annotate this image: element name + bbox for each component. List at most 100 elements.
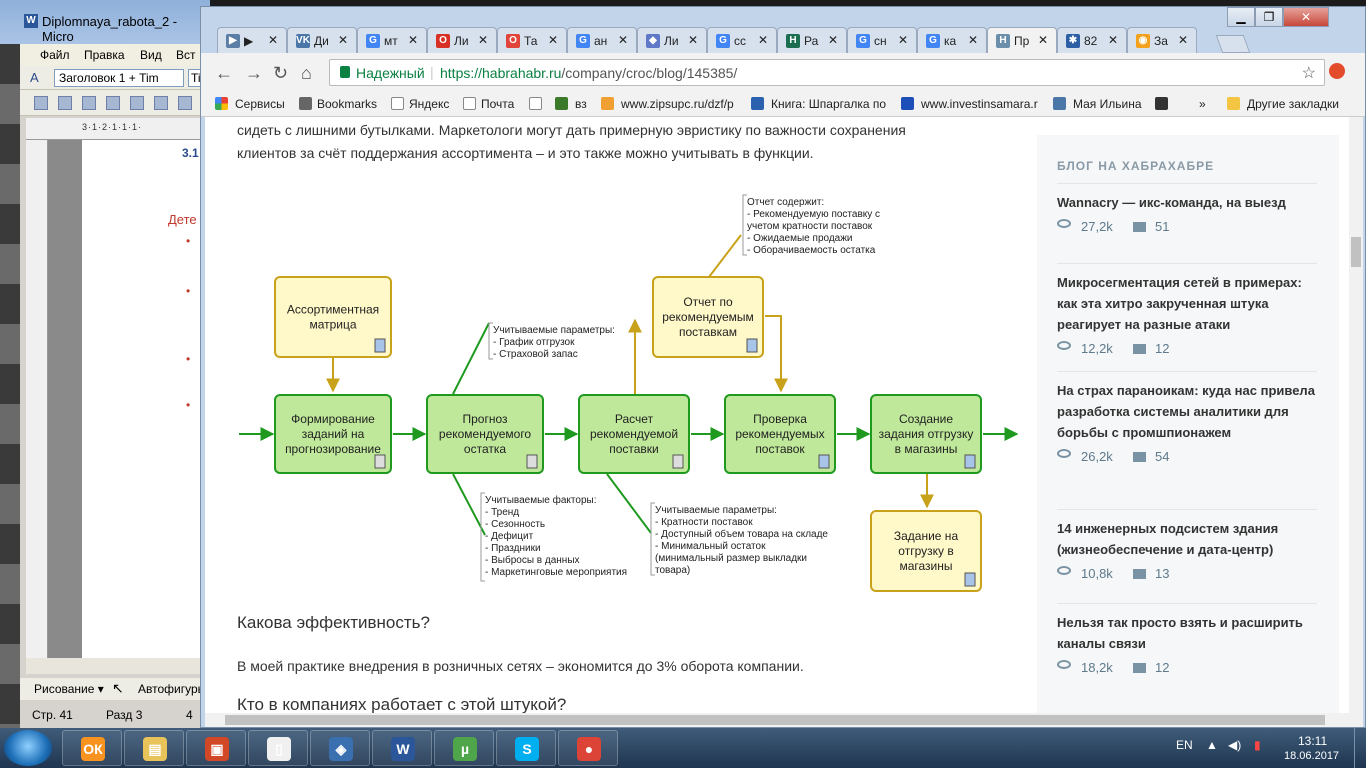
- menu-file[interactable]: Файл: [40, 48, 70, 62]
- tab-11[interactable]: H Пр ✕: [987, 27, 1057, 53]
- taskbar-word[interactable]: W: [372, 730, 432, 766]
- post-title-link[interactable]: 14 инженерных подсистем здания (жизнеобе…: [1057, 518, 1317, 560]
- taskbar-odnoklassniki[interactable]: ОК: [62, 730, 122, 766]
- tab-12[interactable]: ✱ 82 ✕: [1057, 27, 1127, 53]
- taskbar-skype[interactable]: S: [496, 730, 556, 766]
- drawing-menu[interactable]: Рисование ▾: [34, 682, 104, 696]
- page-vertical-scrollbar[interactable]: [1349, 117, 1363, 713]
- close-tab-icon[interactable]: ✕: [618, 33, 628, 47]
- tab-1[interactable]: VK Ди ✕: [287, 27, 357, 53]
- menu-insert[interactable]: Вст: [176, 48, 196, 62]
- close-tab-icon[interactable]: ✕: [478, 33, 488, 47]
- language-indicator[interactable]: EN: [1176, 738, 1193, 752]
- close-tab-icon[interactable]: ✕: [758, 33, 768, 47]
- clock-time[interactable]: 13:11: [1298, 734, 1327, 748]
- bookmark-vz[interactable]: вз: [575, 97, 587, 111]
- new-tab-button[interactable]: [1215, 35, 1251, 53]
- tab-10[interactable]: Gка ✕: [917, 27, 987, 53]
- bookmark-mail[interactable]: Почта: [481, 97, 514, 111]
- home-icon[interactable]: ⌂: [301, 63, 312, 84]
- spell-icon[interactable]: [178, 96, 192, 110]
- word-title-bar[interactable]: W Diplomnaya_rabota_2 - Micro: [0, 0, 210, 44]
- close-tab-icon[interactable]: ✕: [408, 33, 418, 47]
- bookmark-services[interactable]: Сервисы: [235, 97, 285, 111]
- tab-2[interactable]: Gмт ✕: [357, 27, 427, 53]
- taskbar-explorer[interactable]: ▤: [124, 730, 184, 766]
- word-horizontal-scrollbar[interactable]: [26, 658, 210, 674]
- taskbar-utorrent[interactable]: µ: [434, 730, 494, 766]
- preview-icon[interactable]: [154, 96, 168, 110]
- tab-3[interactable]: O Ли ✕: [427, 27, 497, 53]
- bookmark-yandex[interactable]: Яндекс: [409, 97, 449, 111]
- forward-icon[interactable]: →: [245, 63, 263, 84]
- bookmark-star-icon[interactable]: ☆: [1302, 63, 1316, 83]
- comments-count[interactable]: 54: [1155, 449, 1169, 464]
- menu-edit[interactable]: Правка: [84, 48, 125, 62]
- save-icon[interactable]: [82, 96, 96, 110]
- close-tab-icon[interactable]: ✕: [1178, 33, 1188, 47]
- post-title-link[interactable]: Микросегментация сетей в примерах: как э…: [1057, 272, 1317, 335]
- styles-icon[interactable]: A: [30, 70, 39, 85]
- close-tab-icon[interactable]: ✕: [828, 33, 838, 47]
- scroll-thumb[interactable]: [1351, 237, 1361, 267]
- menu-view[interactable]: Вид: [140, 48, 162, 62]
- tab-9[interactable]: Gсн ✕: [847, 27, 917, 53]
- tray-arrow-icon[interactable]: ▲: [1206, 738, 1218, 752]
- scroll-thumb[interactable]: [225, 715, 1325, 725]
- bookmark-book[interactable]: Книга: Шпаргалка по: [771, 97, 886, 111]
- permission-icon[interactable]: [106, 96, 120, 110]
- page-horizontal-scrollbar[interactable]: [205, 713, 1363, 727]
- open-icon[interactable]: [58, 96, 72, 110]
- tab-6[interactable]: ◆ Ли ✕: [637, 27, 707, 53]
- back-icon[interactable]: ←: [215, 63, 233, 84]
- tab-7[interactable]: Gсс ✕: [707, 27, 777, 53]
- close-tab-icon[interactable]: ✕: [548, 33, 558, 47]
- autoshapes-menu[interactable]: Автофигуры: [138, 682, 206, 696]
- start-button[interactable]: [4, 730, 52, 766]
- tab-4[interactable]: O Та ✕: [497, 27, 567, 53]
- taskbar-powerpoint[interactable]: ▣: [186, 730, 246, 766]
- post-title-link[interactable]: Нельзя так просто взять и расширить кана…: [1057, 612, 1317, 654]
- address-bar[interactable]: Надежный | https://habrahabr.ru/company/…: [329, 59, 1325, 86]
- volume-icon[interactable]: ◀): [1228, 738, 1241, 752]
- tab-13[interactable]: ◉ За ✕: [1127, 27, 1197, 53]
- bookmark-investinsamara[interactable]: www.investinsamara.r: [921, 97, 1038, 111]
- bookmark-bookmarks[interactable]: Bookmarks: [317, 97, 377, 111]
- reload-icon[interactable]: ↻: [273, 63, 288, 84]
- taskbar-chrome[interactable]: ●: [558, 730, 618, 766]
- bookmark-other[interactable]: Другие закладки: [1247, 97, 1339, 111]
- network-icon[interactable]: ▮: [1254, 738, 1261, 752]
- comments-count[interactable]: 12: [1155, 341, 1169, 356]
- comments-count[interactable]: 12: [1155, 660, 1169, 675]
- comments-count[interactable]: 13: [1155, 566, 1169, 581]
- close-tab-icon[interactable]: ✕: [968, 33, 978, 47]
- tab-0[interactable]: ▶ ▶ ✕: [217, 27, 287, 53]
- extension-icon[interactable]: [1329, 63, 1345, 79]
- show-desktop-button[interactable]: [1354, 728, 1366, 768]
- comments-count[interactable]: 51: [1155, 219, 1169, 234]
- clock-date[interactable]: 18.06.2017: [1284, 750, 1339, 762]
- close-tab-icon[interactable]: ✕: [688, 33, 698, 47]
- tab-8[interactable]: H Ра ✕: [777, 27, 847, 53]
- print-icon[interactable]: [130, 96, 144, 110]
- close-tab-icon[interactable]: ✕: [1038, 33, 1048, 47]
- bookmark-zipsupc[interactable]: www.zipsupc.ru/dzf/p: [621, 97, 734, 111]
- word-document-area[interactable]: 3.1 Дете • • • •: [48, 140, 210, 660]
- close-tab-icon[interactable]: ✕: [268, 33, 278, 47]
- bookmark-maya[interactable]: Мая Ильина: [1073, 97, 1142, 111]
- close-tab-icon[interactable]: ✕: [1108, 33, 1118, 47]
- maximize-button[interactable]: ❐: [1255, 7, 1283, 27]
- post-title-link[interactable]: Wannacry — икс-команда, на выезд: [1057, 192, 1317, 213]
- close-button[interactable]: ✕: [1283, 7, 1329, 27]
- post-title-link[interactable]: На страх параноикам: куда нас привела ра…: [1057, 380, 1317, 443]
- close-tab-icon[interactable]: ✕: [338, 33, 348, 47]
- new-icon[interactable]: [34, 96, 48, 110]
- tab-5[interactable]: Gан ✕: [567, 27, 637, 53]
- close-tab-icon[interactable]: ✕: [898, 33, 908, 47]
- taskbar-game[interactable]: ◈: [310, 730, 370, 766]
- style-selector[interactable]: Заголовок 1 + Tim: [54, 69, 184, 87]
- minimize-button[interactable]: ▁: [1227, 7, 1255, 27]
- taskbar-document[interactable]: ▯: [248, 730, 308, 766]
- more-bookmarks[interactable]: »: [1199, 97, 1206, 111]
- pointer-icon[interactable]: ↖: [112, 680, 124, 697]
